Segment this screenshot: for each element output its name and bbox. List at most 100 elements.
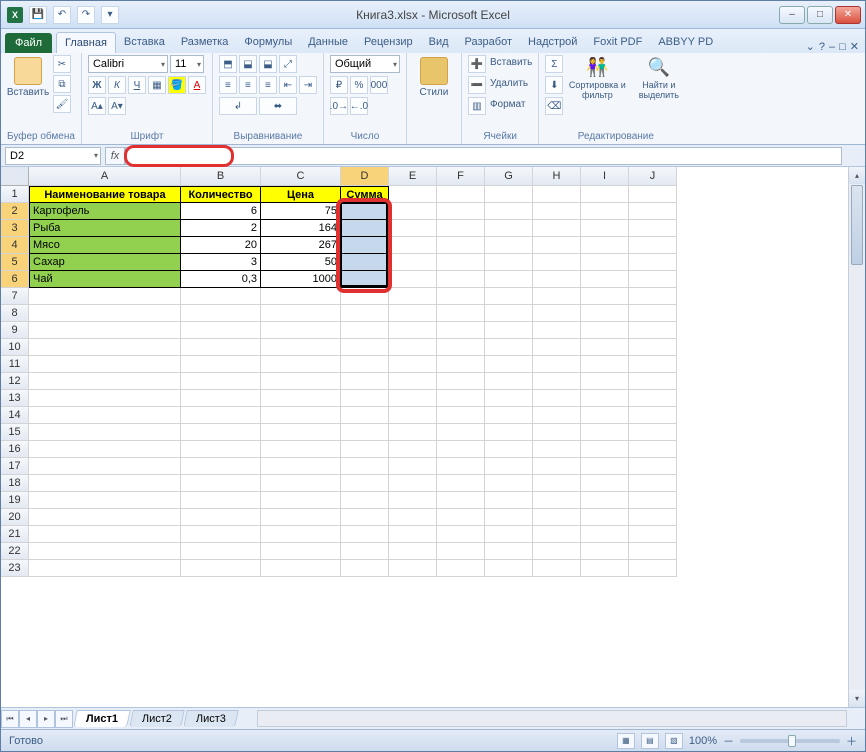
cell-B15[interactable] (181, 424, 261, 441)
cell-H3[interactable] (533, 220, 581, 237)
cell-J4[interactable] (629, 237, 677, 254)
help-icon[interactable]: ? (819, 41, 825, 53)
cell-G3[interactable] (485, 220, 533, 237)
cell-I4[interactable] (581, 237, 629, 254)
align-middle-button[interactable]: ⬓ (239, 55, 257, 73)
cell-G16[interactable] (485, 441, 533, 458)
cell-H7[interactable] (533, 288, 581, 305)
vertical-scrollbar[interactable]: ▴ ▾ (848, 167, 865, 707)
cell-G15[interactable] (485, 424, 533, 441)
cell-I14[interactable] (581, 407, 629, 424)
cell-A14[interactable] (29, 407, 181, 424)
copy-icon[interactable]: ⧉ (53, 75, 71, 93)
cell-F7[interactable] (437, 288, 485, 305)
cell-A15[interactable] (29, 424, 181, 441)
cell-D8[interactable] (341, 305, 389, 322)
cell-A11[interactable] (29, 356, 181, 373)
cell-H20[interactable] (533, 509, 581, 526)
cell-G21[interactable] (485, 526, 533, 543)
cell-A12[interactable] (29, 373, 181, 390)
cell-B18[interactable] (181, 475, 261, 492)
percent-button[interactable]: % (350, 76, 368, 94)
maximize-button[interactable]: □ (807, 6, 833, 24)
cell-B2[interactable]: 6 (181, 203, 261, 220)
zoom-knob[interactable] (788, 735, 796, 747)
cell-H19[interactable] (533, 492, 581, 509)
cell-J18[interactable] (629, 475, 677, 492)
row-header-4[interactable]: 4 (1, 237, 29, 254)
cell-B8[interactable] (181, 305, 261, 322)
cell-B21[interactable] (181, 526, 261, 543)
cell-J15[interactable] (629, 424, 677, 441)
cell-E20[interactable] (389, 509, 437, 526)
cell-I9[interactable] (581, 322, 629, 339)
cell-E10[interactable] (389, 339, 437, 356)
styles-button[interactable]: Стили (413, 55, 455, 98)
cell-C7[interactable] (261, 288, 341, 305)
sheet-tab-Лист3[interactable]: Лист3 (183, 710, 239, 727)
insert-cells-button[interactable]: ➕ (468, 55, 486, 73)
cell-H6[interactable] (533, 271, 581, 288)
cell-G6[interactable] (485, 271, 533, 288)
cell-C8[interactable] (261, 305, 341, 322)
doc-close-icon[interactable]: ✕ (850, 40, 859, 53)
horizontal-scrollbar[interactable] (257, 710, 847, 727)
tab-file[interactable]: Файл (5, 33, 52, 53)
row-header-9[interactable]: 9 (1, 322, 29, 339)
cell-C14[interactable] (261, 407, 341, 424)
cell-F23[interactable] (437, 560, 485, 577)
tab-главная[interactable]: Главная (56, 32, 116, 53)
cell-J14[interactable] (629, 407, 677, 424)
tab-abbyy pd[interactable]: ABBYY PD (650, 32, 721, 53)
tab-данные[interactable]: Данные (300, 32, 356, 53)
cell-D10[interactable] (341, 339, 389, 356)
cell-G2[interactable] (485, 203, 533, 220)
cell-F16[interactable] (437, 441, 485, 458)
cell-H10[interactable] (533, 339, 581, 356)
cell-A19[interactable] (29, 492, 181, 509)
cell-I1[interactable] (581, 186, 629, 203)
cell-E23[interactable] (389, 560, 437, 577)
tab-надстрой[interactable]: Надстрой (520, 32, 585, 53)
row-header-10[interactable]: 10 (1, 339, 29, 356)
cell-B7[interactable] (181, 288, 261, 305)
cell-F22[interactable] (437, 543, 485, 560)
cell-F13[interactable] (437, 390, 485, 407)
cell-B10[interactable] (181, 339, 261, 356)
cell-C6[interactable]: 1000 (261, 271, 341, 288)
cell-A13[interactable] (29, 390, 181, 407)
cell-G10[interactable] (485, 339, 533, 356)
cell-J21[interactable] (629, 526, 677, 543)
row-header-11[interactable]: 11 (1, 356, 29, 373)
cell-I21[interactable] (581, 526, 629, 543)
cell-I10[interactable] (581, 339, 629, 356)
cell-D20[interactable] (341, 509, 389, 526)
cell-H13[interactable] (533, 390, 581, 407)
cell-A4[interactable]: Мясо (29, 237, 181, 254)
cell-E6[interactable] (389, 271, 437, 288)
cell-E17[interactable] (389, 458, 437, 475)
cell-E11[interactable] (389, 356, 437, 373)
cell-E16[interactable] (389, 441, 437, 458)
cell-J16[interactable] (629, 441, 677, 458)
cell-D21[interactable] (341, 526, 389, 543)
cell-B1[interactable]: Количество (181, 186, 261, 203)
cell-C3[interactable]: 164 (261, 220, 341, 237)
cell-H17[interactable] (533, 458, 581, 475)
cell-I20[interactable] (581, 509, 629, 526)
cell-J7[interactable] (629, 288, 677, 305)
row-header-22[interactable]: 22 (1, 543, 29, 560)
sheet-tab-Лист2[interactable]: Лист2 (129, 710, 185, 727)
cell-I15[interactable] (581, 424, 629, 441)
cell-D17[interactable] (341, 458, 389, 475)
cell-A18[interactable] (29, 475, 181, 492)
cell-E21[interactable] (389, 526, 437, 543)
cell-G18[interactable] (485, 475, 533, 492)
cell-B5[interactable]: 3 (181, 254, 261, 271)
cell-C21[interactable] (261, 526, 341, 543)
tab-формулы[interactable]: Формулы (236, 32, 300, 53)
row-header-2[interactable]: 2 (1, 203, 29, 220)
cell-E18[interactable] (389, 475, 437, 492)
cell-G19[interactable] (485, 492, 533, 509)
cell-F11[interactable] (437, 356, 485, 373)
